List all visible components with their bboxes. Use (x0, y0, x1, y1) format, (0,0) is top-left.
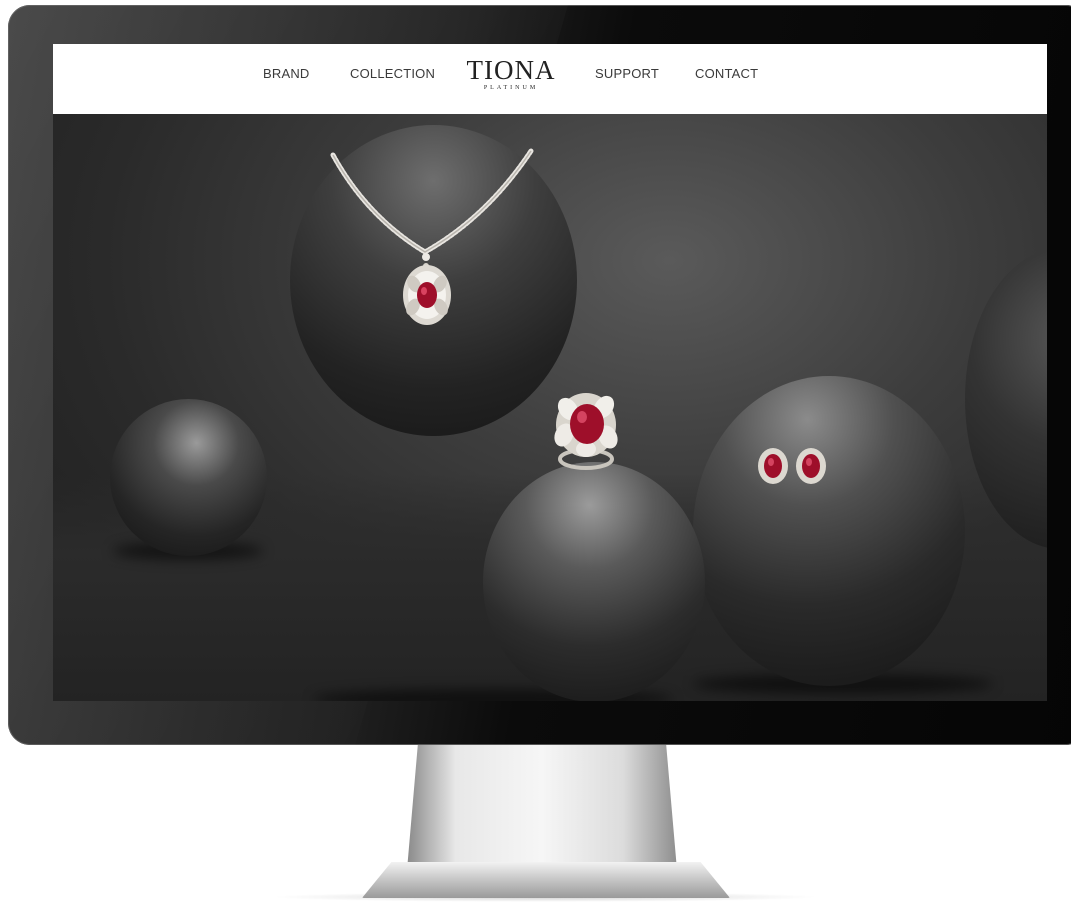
sphere-large-right (693, 376, 965, 686)
logo-name: TIONA (466, 55, 556, 85)
necklace-image-icon (327, 147, 537, 337)
nav-brand-link[interactable]: BRAND (263, 66, 310, 81)
monitor-stand-neck (407, 745, 677, 870)
monitor-stand-base (362, 862, 730, 898)
monitor-mockup: BRAND COLLECTION TIONA PLATINUM SUPPORT … (0, 0, 1071, 906)
website-screen: BRAND COLLECTION TIONA PLATINUM SUPPORT … (53, 44, 1047, 701)
top-navigation: BRAND COLLECTION TIONA PLATINUM SUPPORT … (53, 44, 1047, 114)
hero-banner-image (53, 114, 1047, 701)
sphere-middle-ring (483, 462, 705, 701)
logo-tagline: PLATINUM (483, 85, 539, 91)
nav-support-link[interactable]: SUPPORT (595, 66, 659, 81)
nav-collection-link[interactable]: COLLECTION (350, 66, 435, 81)
nav-contact-link[interactable]: CONTACT (695, 66, 758, 81)
sphere-small-left (110, 399, 267, 556)
earrings-image-icon (756, 444, 831, 494)
tiona-logo-icon[interactable]: TIONA PLATINUM (466, 56, 556, 91)
ring-image-icon (550, 387, 622, 471)
